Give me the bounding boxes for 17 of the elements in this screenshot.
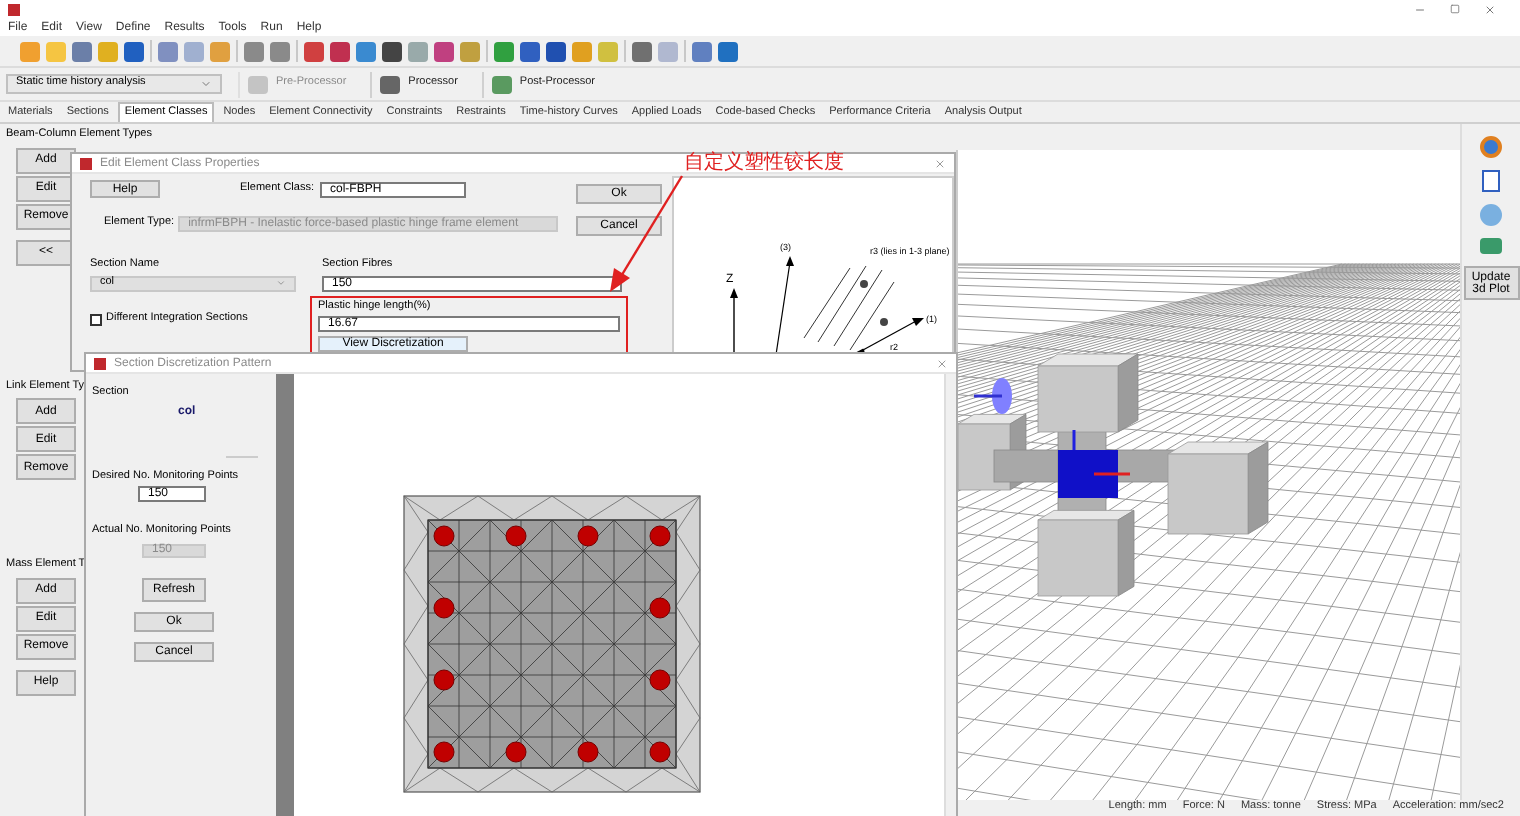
tool-icon [248, 75, 268, 93]
restore-icon[interactable] [1450, 3, 1460, 13]
annotation-arrow [604, 174, 684, 294]
annotation-text: 自定义塑性铰长度 [684, 154, 844, 174]
minimize-icon[interactable] [1414, 3, 1426, 15]
tool-icon [380, 75, 401, 93]
app-icon [80, 157, 92, 169]
close-icon[interactable] [934, 157, 946, 169]
chevron-down-icon [200, 78, 212, 90]
3d-viewport[interactable] [956, 150, 1460, 800]
chevron-down-icon [276, 278, 286, 288]
close-icon[interactable] [936, 357, 948, 369]
app-icon [94, 357, 106, 369]
close-icon[interactable] [1484, 3, 1496, 15]
tool-icon [491, 75, 512, 93]
app-icon [8, 3, 20, 15]
checkbox[interactable] [90, 313, 102, 325]
